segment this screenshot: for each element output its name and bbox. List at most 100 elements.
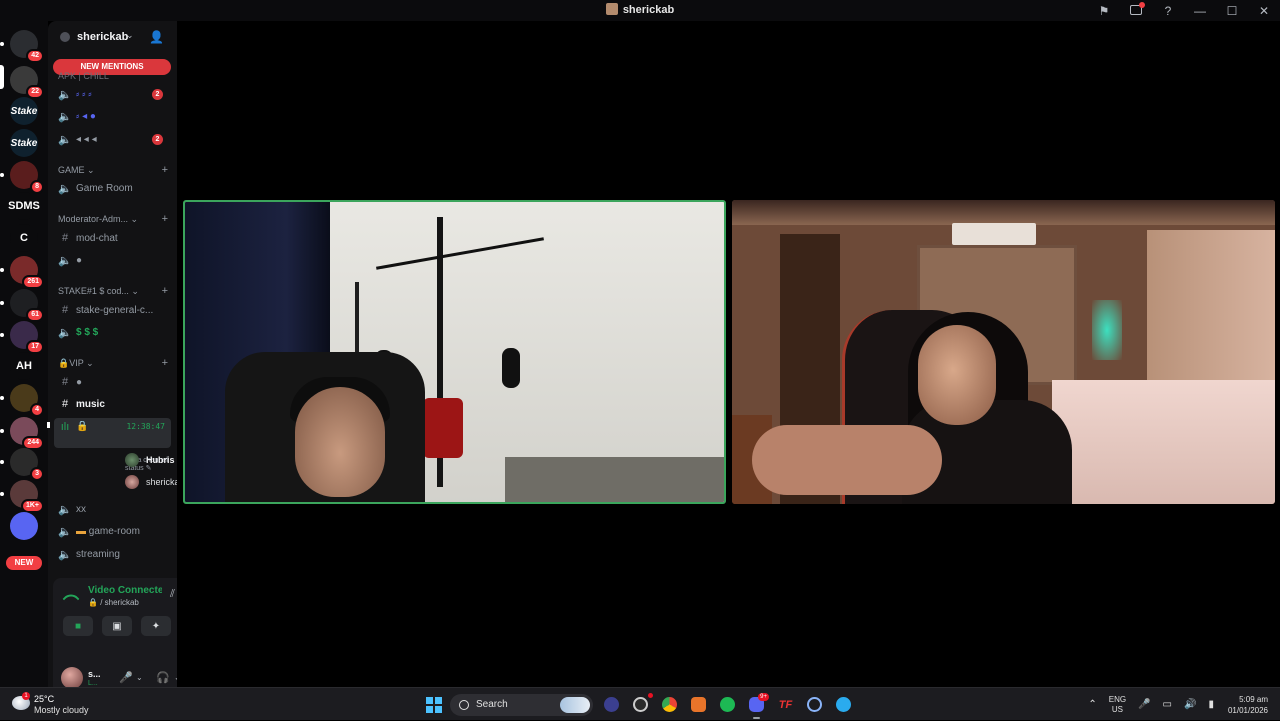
unread-dot bbox=[0, 301, 4, 305]
video-tile-hubris[interactable] bbox=[183, 200, 726, 504]
invite-people-icon[interactable]: 👤 bbox=[149, 30, 164, 44]
server-mention-badge: 261 bbox=[22, 275, 44, 289]
speaker-icon: 🔈 bbox=[58, 254, 72, 267]
taskbar-search[interactable]: Search bbox=[450, 693, 593, 716]
unread-indicator bbox=[47, 422, 50, 428]
noise-suppression-icon[interactable]: ⫽ bbox=[170, 588, 175, 601]
lock-icon: 🔒 bbox=[58, 358, 70, 368]
speaker-icon: 🔈 bbox=[58, 525, 72, 538]
server-icon-7[interactable]: C bbox=[10, 224, 38, 252]
category-stake[interactable]: STAKE#1 $ cod... ⌄ + bbox=[58, 285, 168, 297]
server-mention-badge: 1K+ bbox=[20, 499, 44, 513]
voice-channel-emoji[interactable]: 🔈 ● bbox=[54, 250, 171, 270]
close-button[interactable]: ✕ bbox=[1248, 4, 1280, 18]
server-icon-14[interactable]: 3 bbox=[0, 448, 44, 481]
maximize-button[interactable]: ☐ bbox=[1216, 4, 1248, 18]
controller-icon: ▬ bbox=[76, 525, 89, 537]
sunglasses-icon: ● bbox=[76, 254, 83, 266]
app-tf-icon[interactable]: TF bbox=[771, 692, 800, 717]
activities-button[interactable]: ✦ bbox=[141, 616, 171, 636]
taskbar-apps: Search 9+ TF bbox=[422, 692, 858, 719]
server-icon-6[interactable]: SDMS bbox=[8, 192, 40, 220]
voice-channel-2[interactable]: 🔈 ⸗ ◂ ● bbox=[54, 106, 171, 126]
server-icon-16[interactable] bbox=[10, 512, 38, 540]
inbox-icon[interactable] bbox=[1120, 1, 1152, 18]
app-icon-1[interactable] bbox=[597, 692, 626, 717]
video-tile-shericka[interactable] bbox=[732, 200, 1275, 504]
steam-like-icon[interactable] bbox=[626, 692, 655, 717]
server-header[interactable]: sherickab ⌄ 👤 bbox=[48, 21, 177, 53]
headphones-icon[interactable]: 🎧 bbox=[156, 671, 170, 684]
channel-vip-text[interactable]: # ● bbox=[54, 372, 171, 392]
category-apk-chill[interactable]: APK | CHILL bbox=[58, 71, 168, 81]
category-game[interactable]: GAME ⌄ + bbox=[58, 164, 168, 176]
app-circle-icon[interactable] bbox=[800, 692, 829, 717]
battery-icon[interactable]: ▮ bbox=[1208, 699, 1214, 710]
app-orange-icon[interactable] bbox=[684, 692, 713, 717]
server-icon-5[interactable]: 8 bbox=[0, 161, 44, 194]
display-icon[interactable]: ▭ bbox=[1163, 699, 1172, 710]
server-icon-10[interactable]: 17 bbox=[0, 321, 44, 354]
discord-icon[interactable]: 9+ bbox=[742, 692, 771, 719]
category-moderator[interactable]: Moderator-Adm... ⌄ + bbox=[58, 213, 168, 225]
server-icon-4[interactable]: Stake bbox=[10, 129, 38, 157]
tray-overflow-chevron-icon[interactable]: ⌃ bbox=[1088, 699, 1096, 710]
weather-badge: 1 bbox=[22, 692, 30, 700]
new-servers-pill[interactable]: NEW bbox=[6, 556, 42, 570]
add-channel-icon[interactable]: + bbox=[162, 285, 168, 297]
voice-channel-dollars[interactable]: 🔈 $ $ $ bbox=[54, 322, 171, 342]
channel-stake-general[interactable]: # stake-general-c... bbox=[54, 300, 171, 320]
boost-icon bbox=[60, 32, 70, 42]
voice-channel-game-room-2[interactable]: 🔈 ▬ game-room bbox=[54, 521, 171, 541]
voice-channel-game-room[interactable]: 🔈 Game Room bbox=[54, 178, 171, 198]
language-indicator[interactable]: ENG US bbox=[1109, 695, 1126, 715]
telegram-icon[interactable] bbox=[829, 692, 858, 717]
help-icon[interactable]: ? bbox=[1152, 4, 1184, 18]
voice-channel-streaming[interactable]: 🔈 streaming bbox=[54, 544, 171, 564]
server-label: AH bbox=[16, 360, 32, 372]
speaker-icon: 🔈 bbox=[58, 182, 72, 195]
add-channel-icon[interactable]: + bbox=[162, 213, 168, 225]
voice-channel-1[interactable]: 🔈 ⸗ ⸗ ⸗ 2 bbox=[54, 84, 171, 104]
server-mention-badge: 61 bbox=[26, 308, 44, 322]
add-channel-icon[interactable]: + bbox=[162, 164, 168, 176]
signal-icon[interactable] bbox=[62, 590, 80, 608]
voice-channel-xx[interactable]: 🔈 xx bbox=[54, 499, 171, 519]
title-bar: sherickab ⚑ ? — ☐ ✕ bbox=[0, 0, 1280, 21]
server-icon-8[interactable]: 261 bbox=[0, 256, 44, 289]
channel-mod-chat[interactable]: # mod-chat bbox=[54, 228, 171, 248]
voice-channel-connected[interactable]: ılı 🔒 12:38:47 bbox=[54, 418, 171, 448]
speaker-icon: 🔈 bbox=[58, 88, 72, 101]
screen-share-button[interactable]: ▣ bbox=[102, 616, 132, 636]
flag-icon[interactable]: ⚑ bbox=[1088, 4, 1120, 18]
server-icon-9[interactable]: 61 bbox=[0, 289, 44, 322]
camera-button[interactable]: ■ bbox=[63, 616, 93, 636]
microphone-tray-icon[interactable]: 🎤 bbox=[1138, 699, 1150, 710]
server-mention-badge: 8 bbox=[30, 180, 44, 194]
server-icon-13[interactable]: 244 bbox=[0, 417, 44, 450]
channel-music[interactable]: # music bbox=[54, 394, 171, 414]
server-icon-3[interactable]: Stake bbox=[10, 97, 38, 125]
category-vip[interactable]: 🔒VIP ⌄ + bbox=[58, 357, 168, 369]
windows-start-icon[interactable] bbox=[426, 696, 442, 713]
voice-channel-3[interactable]: 🔈 ◂ ◂ ◂ 2 bbox=[54, 129, 171, 149]
volume-icon[interactable]: 🔊 bbox=[1184, 699, 1196, 710]
mention-count: 2 bbox=[152, 134, 163, 145]
chrome-icon[interactable] bbox=[655, 692, 684, 717]
server-icon-12[interactable]: 4 bbox=[0, 384, 44, 417]
minimize-button[interactable]: — bbox=[1184, 4, 1216, 18]
microphone-icon[interactable]: 🎤 bbox=[119, 671, 133, 684]
server-icon-2[interactable]: 22 bbox=[0, 66, 44, 99]
user-avatar[interactable] bbox=[61, 667, 83, 689]
server-icon-11[interactable]: AH bbox=[10, 352, 38, 380]
server-icon-15[interactable]: 1K+ bbox=[0, 480, 44, 513]
add-channel-icon[interactable]: + bbox=[162, 357, 168, 369]
unread-dot bbox=[0, 429, 4, 433]
unread-dot bbox=[0, 460, 4, 464]
mic-options-chevron-icon[interactable]: ⌄ bbox=[136, 673, 143, 682]
spotify-icon[interactable] bbox=[713, 692, 742, 717]
server-icon-1[interactable]: 42 bbox=[0, 30, 44, 63]
speaker-icon: 🔈 bbox=[58, 110, 72, 123]
system-clock[interactable]: 5:09 am 01/01/2026 bbox=[1228, 694, 1268, 716]
unread-dot bbox=[0, 268, 4, 272]
